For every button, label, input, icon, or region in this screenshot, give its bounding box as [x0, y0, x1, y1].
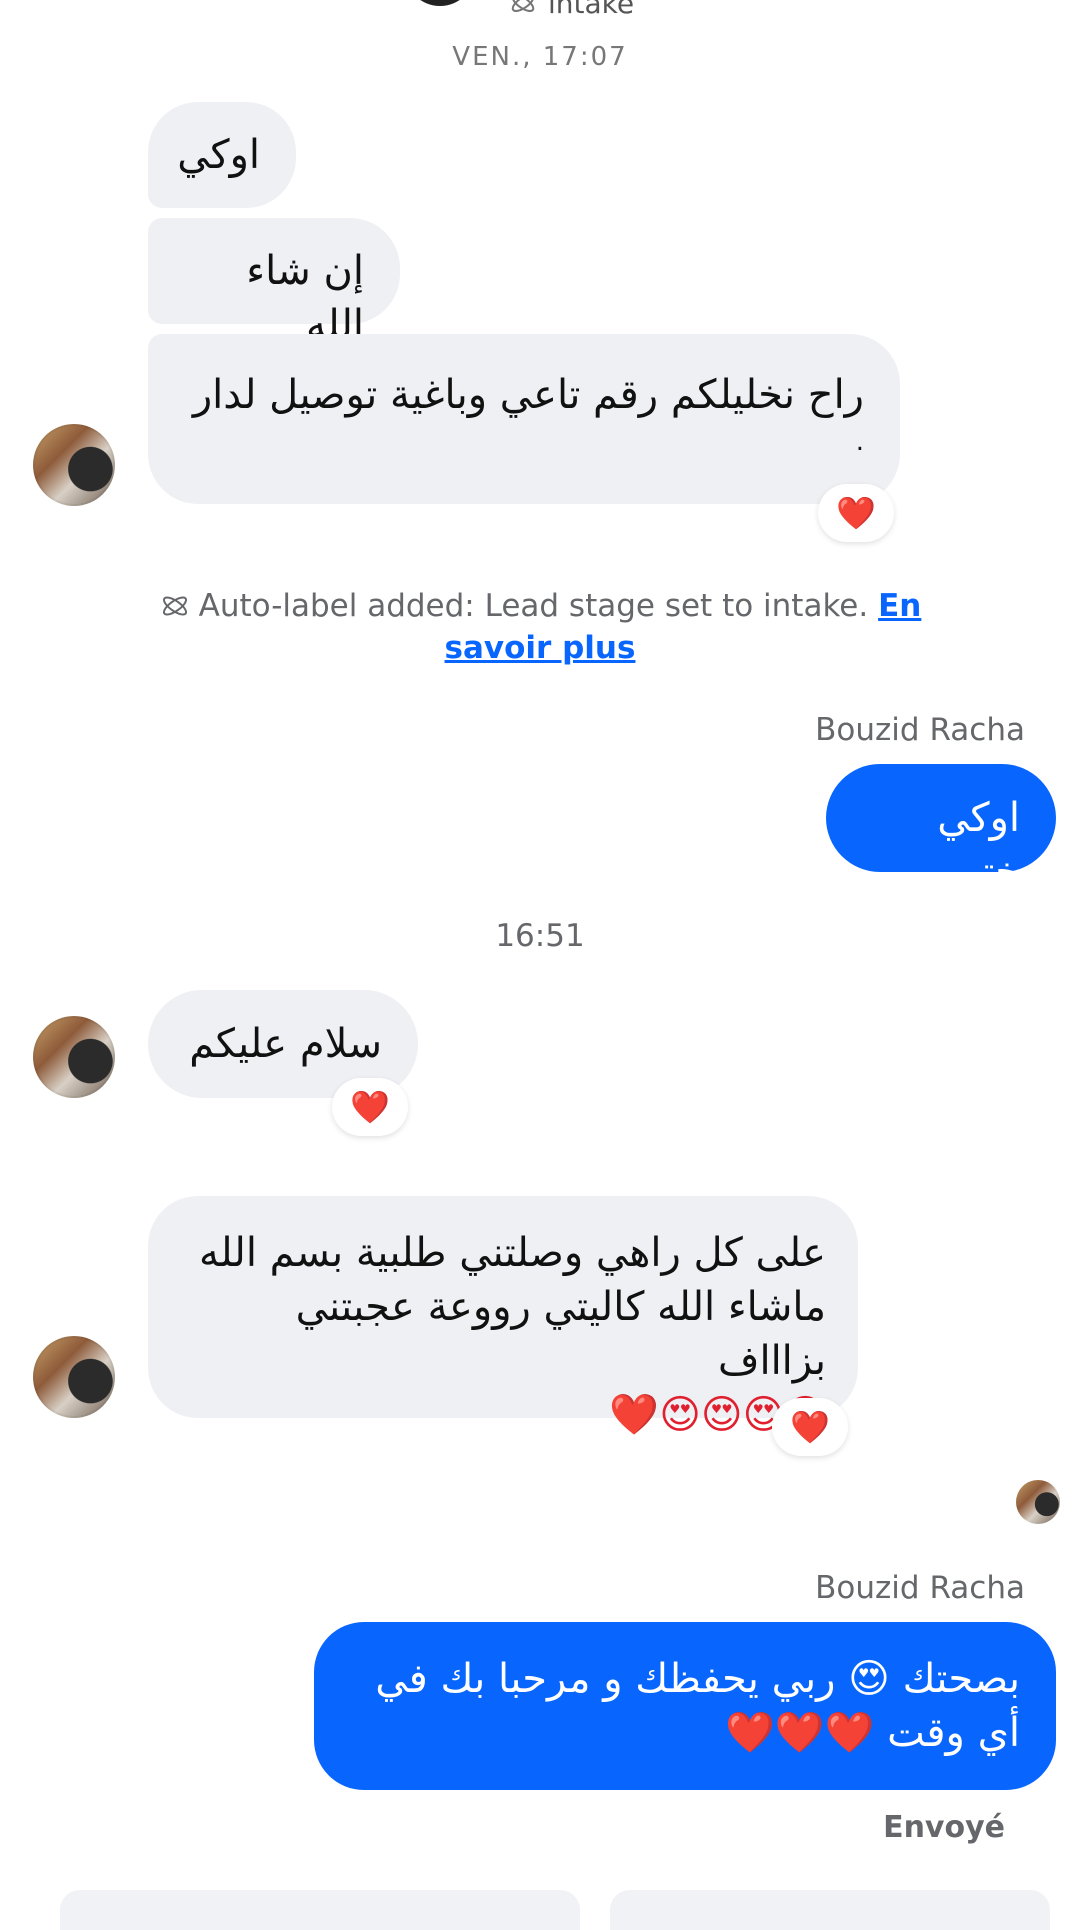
- message-text-line: على كل راهي وصلتني طلبية بسم الله: [198, 1230, 826, 1276]
- delivery-status: Envoyé: [883, 1810, 1005, 1845]
- auto-label-icon: [162, 596, 187, 616]
- contact-avatar[interactable]: [33, 1336, 115, 1418]
- heart-reaction[interactable]: ❤️: [332, 1078, 408, 1136]
- quick-action-button[interactable]: [60, 1890, 580, 1930]
- message-text-line: 😍😍😍😍❤️: [609, 1392, 826, 1438]
- message-text: إن شاء الله: [246, 248, 364, 348]
- message-text: اوكي: [177, 132, 260, 178]
- message-bubble-incoming[interactable]: على كل راهي وصلتني طلبية بسم الله ماشاء …: [148, 1196, 858, 1438]
- quick-action-button[interactable]: [610, 1890, 1050, 1930]
- contact-avatar[interactable]: [33, 424, 115, 506]
- lead-stage-text: intake: [548, 0, 635, 20]
- auto-label-icon: [511, 0, 535, 13]
- message-text-line: .: [855, 427, 864, 457]
- message-text: سلام عليكم: [189, 1021, 382, 1067]
- message-text-line: بصحتك 😍 ربي يحفظك و مرحبا بك في: [375, 1656, 1020, 1702]
- heart-reaction[interactable]: ❤️: [772, 1398, 848, 1456]
- heart-reaction[interactable]: ❤️: [818, 484, 894, 542]
- contact-avatar[interactable]: [33, 1016, 115, 1098]
- message-bubble-incoming[interactable]: إن شاء الله: [148, 218, 400, 348]
- date-separator: VEN., 17:07: [452, 42, 628, 72]
- heart-icon: ❤️: [350, 1088, 390, 1126]
- auto-label-notice: Auto-label added: Lead stage set to inta…: [150, 585, 930, 669]
- message-text-line: ماشاء الله كاليتي رووعة عجبتني بزاااف: [295, 1284, 826, 1384]
- message-bubble-outgoing[interactable]: بصحتك 😍 ربي يحفظك و مرحبا بك في أي وقت ❤…: [314, 1622, 1056, 1790]
- lead-stage-label: intake: [508, 0, 635, 20]
- seen-avatar: [1016, 1480, 1060, 1524]
- message-bubble-incoming[interactable]: راح نخليلكم رقم تاعي وباغية توصيل لدار .: [148, 334, 900, 504]
- timestamp: 16:51: [495, 918, 585, 954]
- message-text: اوكي ختي: [937, 795, 1020, 895]
- message-bubble-incoming[interactable]: اوكي: [148, 102, 296, 208]
- heart-icon: ❤️: [790, 1408, 830, 1446]
- sender-name: Bouzid Racha: [815, 1570, 1025, 1606]
- message-bubble-outgoing[interactable]: اوكي ختي: [826, 764, 1056, 895]
- auto-label-text: Auto-label added: Lead stage set to inta…: [198, 588, 869, 624]
- message-text-line: أي وقت ❤️❤️❤️: [725, 1710, 1020, 1756]
- heart-icon: ❤️: [836, 494, 876, 532]
- sender-name: Bouzid Racha: [815, 712, 1025, 748]
- contact-avatar-header[interactable]: [405, 0, 475, 6]
- message-text-line: راح نخليلكم رقم تاعي وباغية توصيل لدار: [192, 372, 864, 418]
